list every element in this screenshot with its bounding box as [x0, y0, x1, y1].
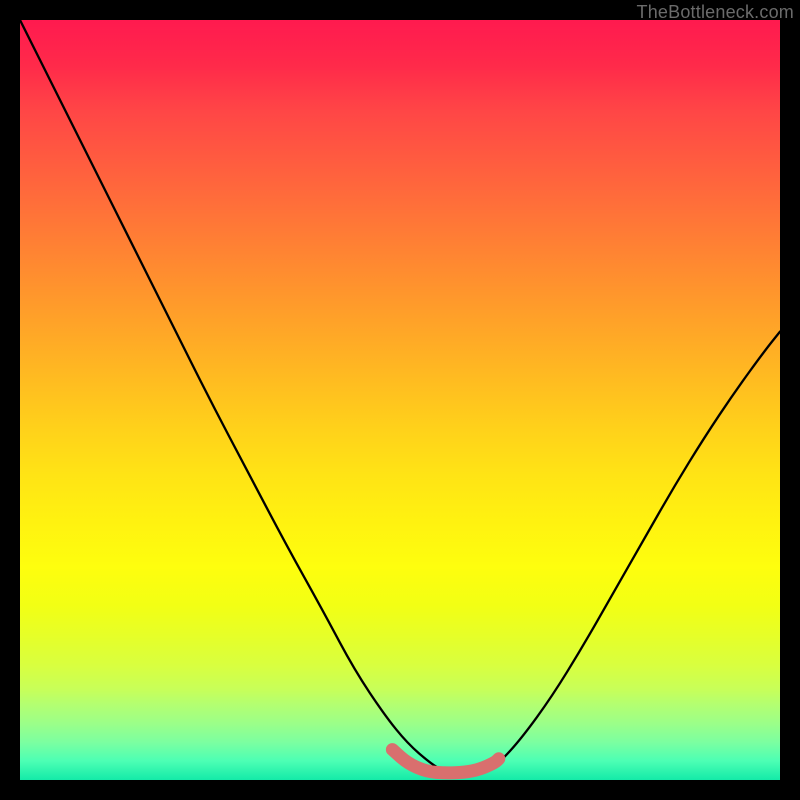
highlight-curve — [392, 750, 498, 773]
right-curve — [484, 332, 780, 773]
series-layer — [20, 20, 780, 773]
chart-frame: TheBottleneck.com — [0, 0, 800, 800]
left-curve — [20, 20, 446, 772]
plot-area — [20, 20, 780, 780]
curves-svg — [20, 20, 780, 780]
